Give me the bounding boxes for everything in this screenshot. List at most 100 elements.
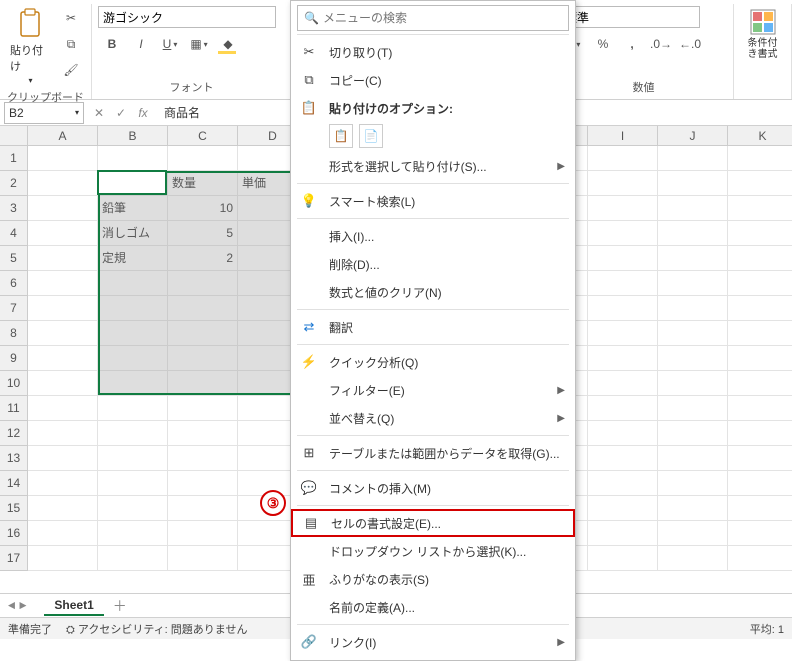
cell[interactable]: [98, 446, 168, 471]
cell[interactable]: [728, 521, 792, 546]
cell[interactable]: [28, 196, 98, 221]
cell[interactable]: [168, 271, 238, 296]
menu-clear[interactable]: 数式と値のクリア(N): [291, 278, 575, 306]
cell[interactable]: [28, 471, 98, 496]
cell[interactable]: [28, 521, 98, 546]
cell[interactable]: [28, 296, 98, 321]
paste-option-normal[interactable]: 📋: [329, 124, 353, 148]
cell[interactable]: [588, 146, 658, 171]
row-header[interactable]: 17: [0, 546, 28, 571]
row-header[interactable]: 4: [0, 221, 28, 246]
fx-icon[interactable]: fx: [134, 106, 152, 120]
row-header[interactable]: 8: [0, 321, 28, 346]
paste-button[interactable]: 貼り付け ▾: [6, 6, 53, 87]
paste-option-values[interactable]: 📄: [359, 124, 383, 148]
cell[interactable]: [588, 271, 658, 296]
menu-search-input[interactable]: [323, 11, 562, 25]
row-header[interactable]: 9: [0, 346, 28, 371]
menu-sort[interactable]: 並べ替え(Q)▶: [291, 404, 575, 432]
cell[interactable]: [28, 321, 98, 346]
column-header[interactable]: C: [168, 126, 238, 146]
cell[interactable]: [28, 496, 98, 521]
menu-link[interactable]: 🔗リンク(I)▶: [291, 628, 575, 656]
accessibility-status[interactable]: ⛭ アクセシビリティ: 問題ありません: [66, 621, 247, 637]
cell[interactable]: [728, 146, 792, 171]
decrease-decimal-button[interactable]: ←.0: [676, 32, 704, 56]
cell[interactable]: [658, 496, 728, 521]
cell[interactable]: [658, 446, 728, 471]
cell[interactable]: [728, 346, 792, 371]
sheet-tab[interactable]: Sheet1: [44, 596, 103, 616]
menu-paste-special[interactable]: 形式を選択して貼り付け(S)...▶: [291, 152, 575, 180]
row-header[interactable]: 12: [0, 421, 28, 446]
accept-formula-icon[interactable]: ✓: [112, 106, 130, 120]
cell[interactable]: [728, 296, 792, 321]
cell[interactable]: [728, 196, 792, 221]
cell[interactable]: [728, 546, 792, 571]
cell[interactable]: [168, 396, 238, 421]
cell[interactable]: [728, 246, 792, 271]
row-header[interactable]: 3: [0, 196, 28, 221]
cell[interactable]: [658, 221, 728, 246]
percent-button[interactable]: %: [589, 32, 617, 56]
cell[interactable]: [588, 421, 658, 446]
column-header[interactable]: A: [28, 126, 98, 146]
cell[interactable]: [168, 521, 238, 546]
font-name-select[interactable]: [98, 6, 276, 28]
cell[interactable]: [728, 171, 792, 196]
name-box[interactable]: B2 ▾: [4, 102, 84, 124]
cell[interactable]: [588, 171, 658, 196]
menu-insert-comment[interactable]: 💬コメントの挿入(M): [291, 474, 575, 502]
cell[interactable]: [28, 421, 98, 446]
next-sheet-icon[interactable]: ►: [19, 599, 26, 613]
cell[interactable]: 消しゴム: [98, 221, 168, 246]
cell[interactable]: [728, 496, 792, 521]
cell[interactable]: [98, 346, 168, 371]
cell[interactable]: [168, 421, 238, 446]
cell[interactable]: [658, 171, 728, 196]
cell[interactable]: [658, 321, 728, 346]
cell[interactable]: [728, 421, 792, 446]
cell[interactable]: [658, 421, 728, 446]
cell[interactable]: [98, 296, 168, 321]
row-header[interactable]: 13: [0, 446, 28, 471]
cell[interactable]: [168, 496, 238, 521]
cell[interactable]: [588, 446, 658, 471]
menu-phonetic[interactable]: 亜ふりがなの表示(S): [291, 565, 575, 593]
cell[interactable]: [658, 396, 728, 421]
cell[interactable]: [658, 521, 728, 546]
cell[interactable]: [168, 471, 238, 496]
cell[interactable]: [168, 321, 238, 346]
menu-cut[interactable]: ✂切り取り(T): [291, 38, 575, 66]
cell[interactable]: [588, 396, 658, 421]
cell[interactable]: [98, 321, 168, 346]
underline-button[interactable]: U▾: [156, 32, 184, 56]
cell[interactable]: [588, 471, 658, 496]
cell[interactable]: [168, 346, 238, 371]
cell[interactable]: [588, 321, 658, 346]
cell[interactable]: [728, 446, 792, 471]
cell[interactable]: [168, 371, 238, 396]
cell[interactable]: [728, 321, 792, 346]
cell[interactable]: 商品名: [98, 171, 168, 196]
cell[interactable]: [588, 371, 658, 396]
menu-quick-analysis[interactable]: ⚡クイック分析(Q): [291, 348, 575, 376]
cell[interactable]: [588, 296, 658, 321]
prev-sheet-icon[interactable]: ◄: [8, 599, 15, 613]
format-painter-icon[interactable]: 🖌: [57, 58, 85, 82]
select-all-corner[interactable]: [0, 126, 28, 146]
cell[interactable]: [28, 446, 98, 471]
row-header[interactable]: 1: [0, 146, 28, 171]
cell[interactable]: [168, 546, 238, 571]
cell[interactable]: [728, 271, 792, 296]
cell[interactable]: [28, 146, 98, 171]
border-button[interactable]: ▦▾: [185, 32, 213, 56]
cell[interactable]: [98, 496, 168, 521]
column-header[interactable]: I: [588, 126, 658, 146]
row-header[interactable]: 11: [0, 396, 28, 421]
menu-get-data[interactable]: ⊞テーブルまたは範囲からデータを取得(G)...: [291, 439, 575, 467]
fill-color-button[interactable]: ◆: [214, 32, 242, 56]
italic-button[interactable]: I: [127, 32, 155, 56]
cell[interactable]: [658, 246, 728, 271]
menu-pick-from-list[interactable]: ドロップダウン リストから選択(K)...: [291, 537, 575, 565]
